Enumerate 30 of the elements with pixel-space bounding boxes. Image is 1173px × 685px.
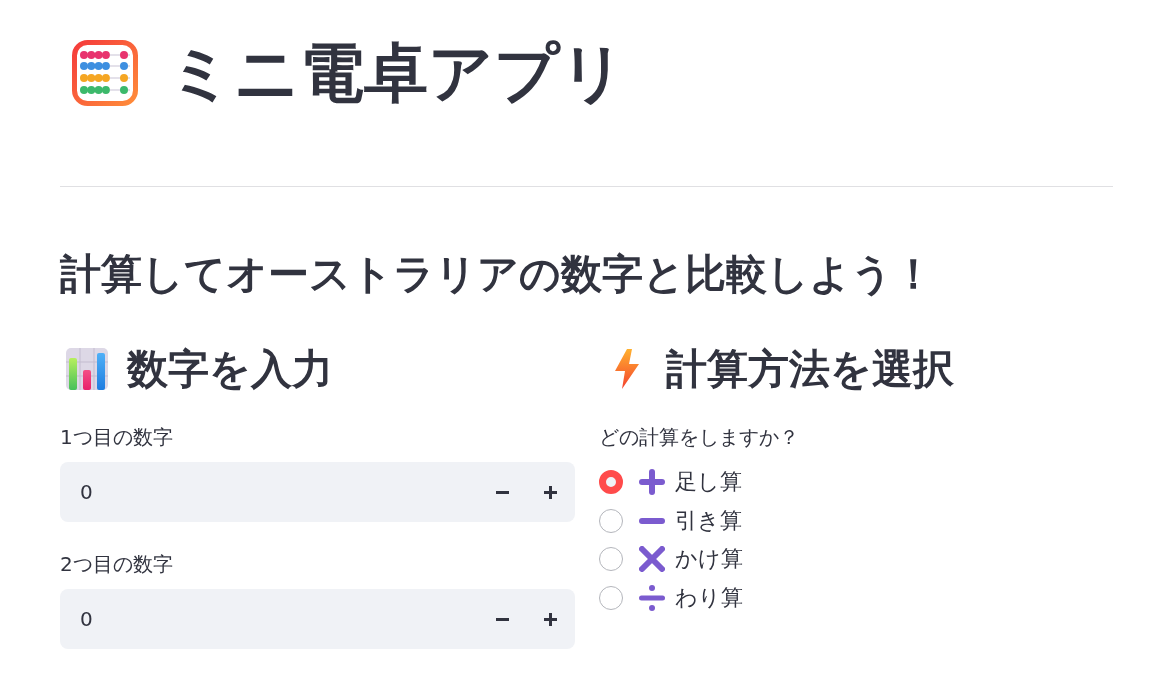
radio-button[interactable]	[598, 508, 623, 533]
abacus-icon	[72, 40, 138, 106]
lightning-bolt-icon	[613, 349, 640, 389]
divide-sign-icon	[638, 584, 665, 611]
radio-option-label[interactable]: かけ算	[674, 544, 743, 575]
plus-icon	[544, 612, 557, 626]
app-title: ミニ電卓アプリ	[168, 35, 626, 111]
increment-button[interactable]	[526, 462, 575, 522]
radio-option-label[interactable]: 足し算	[674, 467, 742, 498]
minus-icon	[496, 617, 509, 621]
radio-option-label[interactable]: わり算	[674, 582, 743, 613]
bar-chart-icon	[66, 348, 108, 390]
section-heading: 計算方法を選択	[665, 345, 954, 393]
increment-button[interactable]	[526, 589, 575, 649]
field-label: 2つ目の数字	[60, 551, 174, 578]
radio-option-label[interactable]: 引き算	[674, 505, 742, 536]
number-input-field[interactable]: 0	[60, 589, 479, 649]
radio-button[interactable]	[598, 585, 623, 610]
plus-sign-icon	[638, 469, 665, 496]
minus-sign-icon	[638, 517, 665, 524]
radio-button[interactable]	[598, 470, 623, 495]
radio-button[interactable]	[598, 547, 623, 572]
multiply-sign-icon	[638, 546, 665, 573]
minus-icon	[496, 490, 509, 494]
number-input-field[interactable]: 0	[60, 462, 479, 522]
section-heading: 数字を入力	[127, 345, 333, 393]
section-subtitle: 計算してオーストラリアの数字と比較しよう！	[60, 250, 935, 298]
field-label: 1つ目の数字	[60, 424, 174, 451]
radio-group-label: どの計算をしますか？	[598, 424, 800, 451]
plus-icon	[544, 485, 557, 499]
